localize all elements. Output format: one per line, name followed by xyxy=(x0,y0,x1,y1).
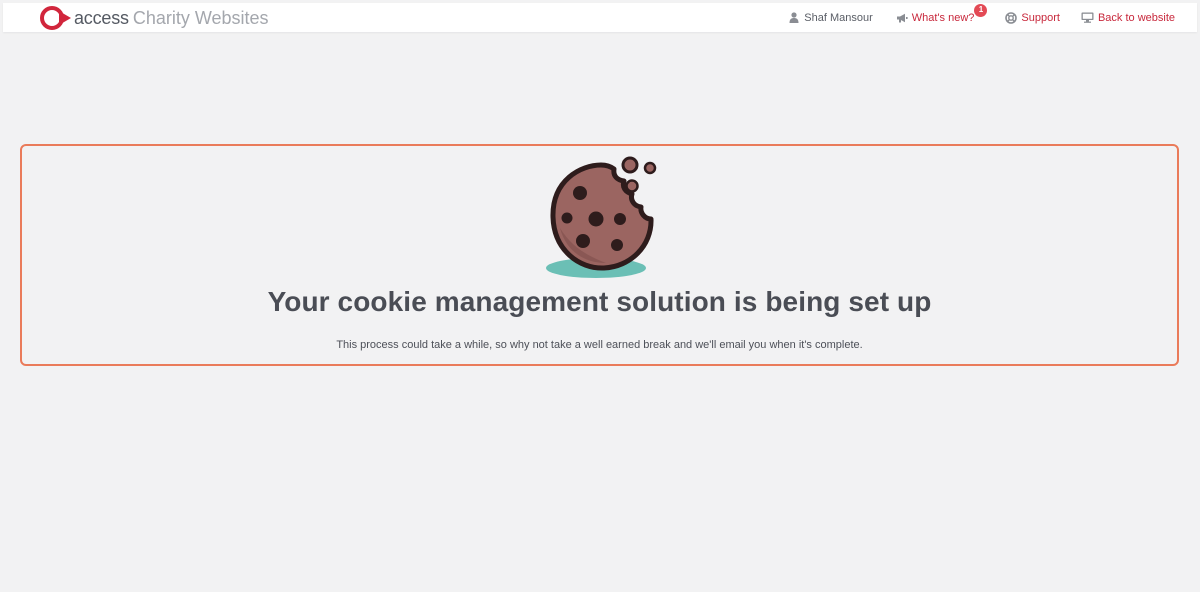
top-header: access Charity Websites Shaf Mansour Wha… xyxy=(3,3,1197,32)
user-name: Shaf Mansour xyxy=(804,11,873,24)
access-logo-icon xyxy=(39,5,72,31)
lifebuoy-icon xyxy=(1004,11,1018,25)
back-to-website-label: Back to website xyxy=(1097,11,1175,24)
user-icon xyxy=(787,11,801,25)
notification-badge: 1 xyxy=(974,3,988,17)
setup-message: This process could take a while, so why … xyxy=(336,339,863,351)
whats-new-text: What's new? xyxy=(911,11,975,24)
setup-status-card: Your cookie management solution is being… xyxy=(20,144,1179,366)
back-to-website-link[interactable]: Back to website xyxy=(1081,11,1175,25)
page: access Charity Websites Shaf Mansour Wha… xyxy=(0,0,1200,592)
brand[interactable]: access Charity Websites xyxy=(39,3,269,32)
whats-new-link[interactable]: What's new? 1 xyxy=(895,3,988,25)
user-menu[interactable]: Shaf Mansour xyxy=(787,11,873,25)
cookie-icon xyxy=(544,156,664,282)
monitor-icon xyxy=(1081,11,1095,25)
header-nav: Shaf Mansour What's new? 1 Support Back … xyxy=(787,3,1175,32)
support-link[interactable]: Support xyxy=(1004,11,1060,25)
whats-new-label: What's new? 1 xyxy=(911,3,988,24)
brand-name: access xyxy=(74,7,129,28)
setup-title: Your cookie management solution is being… xyxy=(267,286,932,317)
support-label: Support xyxy=(1021,11,1060,24)
brand-subtitle: Charity Websites xyxy=(132,7,269,28)
megaphone-icon xyxy=(895,11,909,25)
